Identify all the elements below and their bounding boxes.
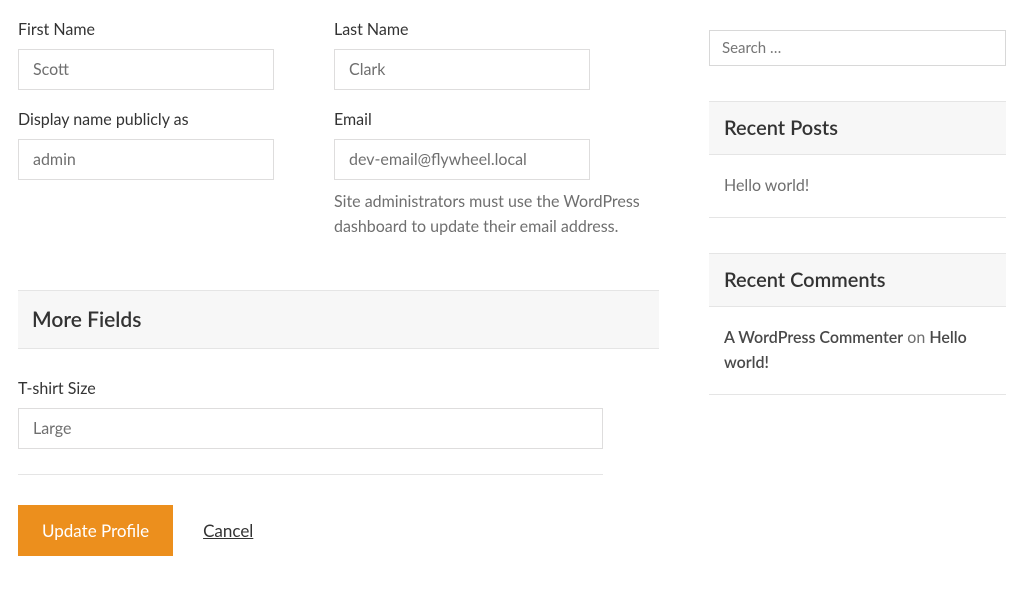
email-label: Email bbox=[334, 110, 644, 129]
last-name-input[interactable] bbox=[334, 49, 590, 90]
email-help-text: Site administrators must use the WordPre… bbox=[334, 190, 644, 240]
first-name-input[interactable] bbox=[18, 49, 274, 90]
tshirt-size-input[interactable] bbox=[18, 408, 603, 449]
search-input[interactable] bbox=[709, 30, 1006, 66]
comment-on-text: on bbox=[907, 328, 925, 347]
recent-post-link[interactable]: Hello world! bbox=[724, 176, 809, 195]
cancel-link[interactable]: Cancel bbox=[203, 520, 253, 541]
recent-comments-heading: Recent Comments bbox=[724, 268, 991, 292]
profile-form: First Name Last Name Display name public… bbox=[18, 20, 659, 556]
update-profile-button[interactable]: Update Profile bbox=[18, 505, 173, 556]
display-name-label: Display name publicly as bbox=[18, 110, 274, 129]
display-name-input[interactable] bbox=[18, 139, 274, 180]
recent-posts-heading: Recent Posts bbox=[724, 116, 991, 140]
sidebar: Recent Posts Hello world! Recent Comment… bbox=[709, 20, 1006, 556]
form-divider bbox=[18, 474, 603, 475]
recent-comments-widget: Recent Comments A WordPress Commenter on… bbox=[709, 253, 1006, 395]
recent-posts-widget: Recent Posts Hello world! bbox=[709, 101, 1006, 218]
tshirt-size-label: T-shirt Size bbox=[18, 379, 659, 398]
first-name-label: First Name bbox=[18, 20, 274, 39]
last-name-label: Last Name bbox=[334, 20, 590, 39]
more-fields-heading: More Fields bbox=[18, 290, 659, 349]
email-input[interactable] bbox=[334, 139, 590, 180]
comment-author-link[interactable]: A WordPress Commenter bbox=[724, 328, 903, 347]
